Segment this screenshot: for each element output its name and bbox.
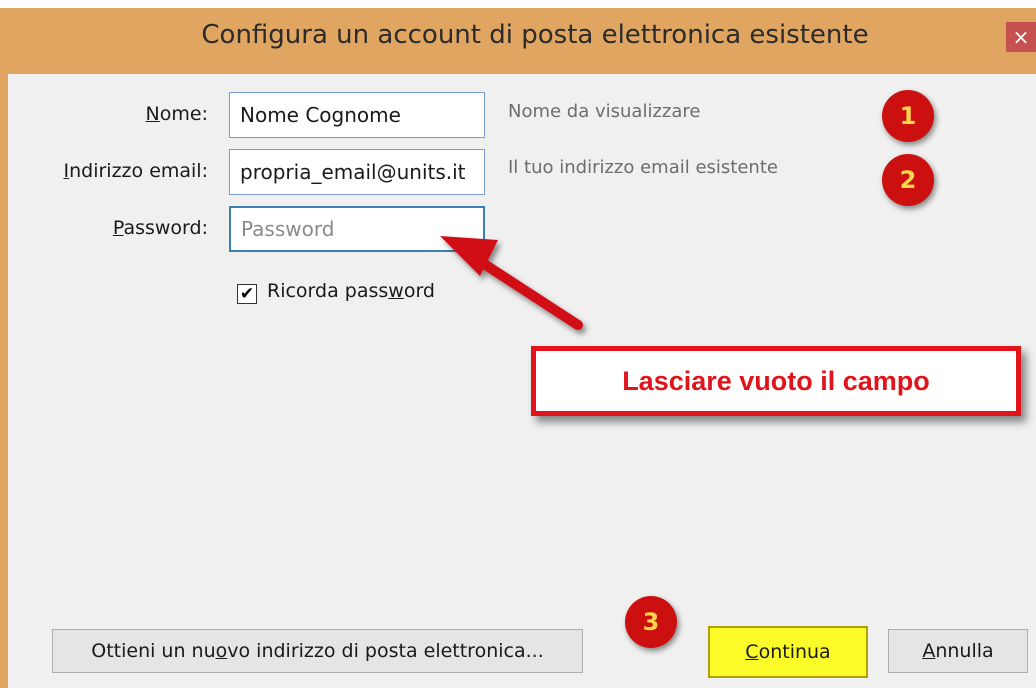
name-hint: Nome da visualizzare (508, 101, 701, 122)
dialog-window: Configura un account di posta elettronic… (0, 8, 1036, 688)
email-input[interactable] (229, 149, 485, 195)
callout-box: Lasciare vuoto il campo (531, 346, 1021, 416)
close-icon: × (1012, 25, 1030, 49)
name-label: Nome: (145, 103, 208, 125)
name-input[interactable] (229, 92, 485, 138)
step-2-badge: 2 (882, 154, 934, 206)
password-label: Password: (112, 217, 208, 239)
get-new-address-button[interactable]: Ottieni un nuovo indirizzo di posta elet… (52, 629, 583, 673)
step-3-badge: 3 (625, 596, 677, 648)
dialog-title: Configura un account di posta elettronic… (201, 20, 869, 50)
password-input[interactable] (229, 206, 485, 252)
remember-password-label[interactable]: Ricorda password (267, 280, 435, 302)
continue-button[interactable]: Continua (708, 626, 868, 678)
title-bar: Configura un account di posta elettronic… (0, 8, 1036, 72)
step-1-badge: 1 (882, 90, 934, 142)
dialog-content: Nome: Nome da visualizzare 1 Indirizzo e… (8, 74, 1036, 688)
top-strip (0, 0, 1036, 8)
cancel-button[interactable]: Annulla (888, 629, 1028, 673)
remember-password-checkbox[interactable]: ✔ (237, 284, 257, 304)
checkmark-icon: ✔ (239, 284, 255, 304)
close-button[interactable]: × (1006, 22, 1036, 52)
email-hint: Il tuo indirizzo email esistente (508, 157, 778, 178)
email-label: Indirizzo email: (63, 160, 209, 182)
